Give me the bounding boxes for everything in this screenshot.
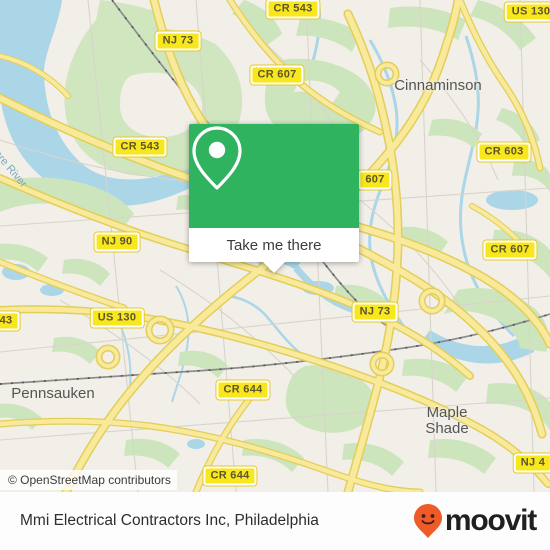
moovit-wordmark: moovit (444, 504, 537, 537)
popup-card-header (189, 124, 359, 228)
bottom-bar: Mmi Electrical Contractors Inc, Philadel… (0, 492, 550, 550)
take-me-there-label: Take me there (226, 236, 322, 254)
map-attribution: © OpenStreetMap contributors (0, 468, 177, 492)
road-shield: CR 607 (483, 240, 537, 260)
road-shield: 43 (0, 311, 20, 331)
road-shield: CR 603 (477, 142, 531, 162)
road-shield: US 130 (504, 2, 550, 22)
road-shield: 607 (358, 170, 392, 190)
map-canvas[interactable]: are River Cinnaminson Pennsauken Maple Sh… (0, 0, 550, 492)
place-label-maple-shade: Maple Shade (425, 404, 469, 437)
location-popup-card[interactable]: Take me there (189, 124, 359, 273)
map-pin-icon (192, 126, 242, 190)
location-title: Mmi Electrical Contractors Inc, Philadel… (20, 512, 319, 529)
take-me-there-button[interactable]: Take me there (189, 228, 359, 262)
moovit-logo[interactable]: moovit (413, 503, 537, 539)
attribution-text: © OpenStreetMap contributors (0, 470, 177, 490)
road-shield: NJ 73 (352, 302, 398, 322)
map-screenshot: are River Cinnaminson Pennsauken Maple Sh… (0, 0, 550, 550)
road-shield: NJ 4 (513, 453, 550, 473)
road-shield: CR 644 (216, 380, 270, 400)
road-shield: US 130 (90, 308, 144, 328)
road-shield: NJ 73 (155, 31, 201, 51)
road-shield: NJ 90 (94, 232, 140, 252)
moovit-smiley-pin-icon (413, 504, 442, 538)
place-label-cinnaminson: Cinnaminson (394, 77, 482, 94)
road-shield: CR 543 (266, 0, 320, 19)
popup-card-tail (263, 262, 285, 273)
road-shield: CR 607 (250, 65, 304, 85)
road-shield: CR 644 (203, 466, 257, 486)
road-shield: CR 543 (113, 137, 167, 157)
place-label-pennsauken: Pennsauken (11, 385, 95, 402)
